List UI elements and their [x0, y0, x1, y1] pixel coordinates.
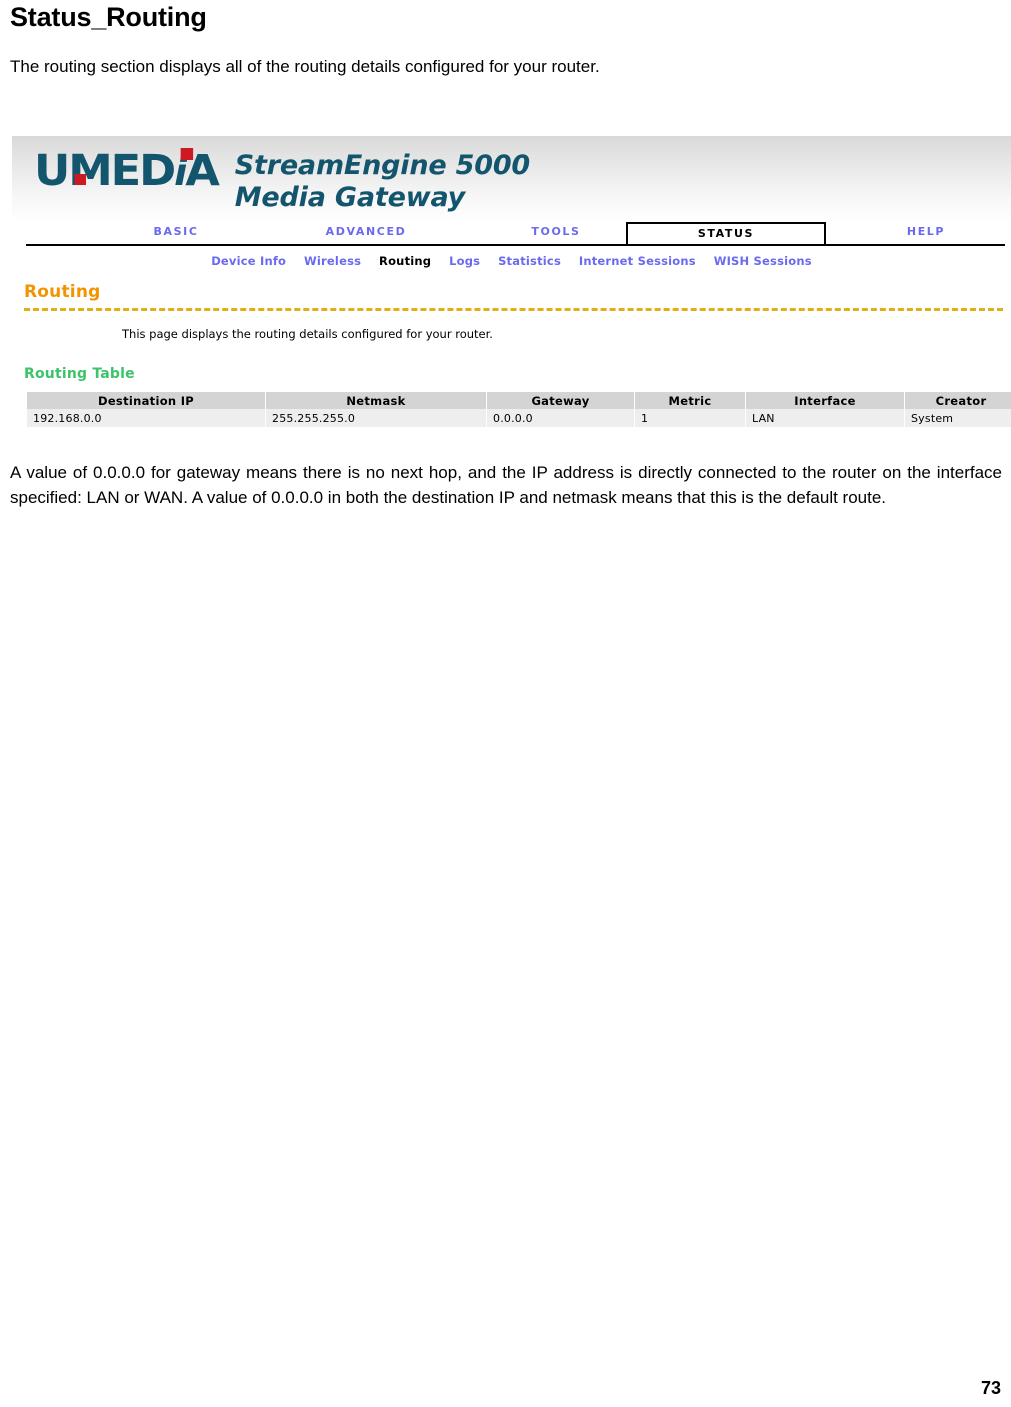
product-name: StreamEngine 5000 Media Gateway: [235, 146, 530, 214]
subnav-item-routing[interactable]: Routing: [379, 254, 431, 268]
subnav-item-statistics[interactable]: Statistics: [498, 254, 561, 268]
tab-status[interactable]: STATUS: [626, 222, 826, 244]
table-row: 192.168.0.0 255.255.255.0 0.0.0.0 1 LAN …: [27, 409, 1011, 427]
subnav-item-wish-sessions[interactable]: WISH Sessions: [714, 254, 812, 268]
intro-paragraph: The routing section displays all of the …: [10, 57, 600, 76]
logo-red-square-dot-icon: [180, 148, 194, 160]
section-heading: Routing: [24, 282, 101, 302]
section-description: This page displays the routing details c…: [122, 327, 493, 341]
cell-metric: 1: [635, 409, 745, 427]
logo-letter-u: U: [34, 146, 70, 196]
page-title: Status_Routing: [10, 2, 207, 32]
subnav-item-internet-sessions[interactable]: Internet Sessions: [579, 254, 696, 268]
tab-tools[interactable]: TOOLS: [466, 222, 646, 242]
column-header-interface: Interface: [746, 392, 904, 409]
brand-header: UMEDiA StreamEngine 5000 Media Gateway: [12, 136, 1011, 222]
column-header-gateway: Gateway: [487, 392, 634, 409]
page-number: 73: [980, 1378, 1001, 1398]
column-header-destination-ip: Destination IP: [27, 392, 265, 409]
umedia-logo-mark: UMEDiA: [34, 146, 220, 198]
column-header-netmask: Netmask: [266, 392, 486, 409]
section-divider: [24, 308, 1003, 311]
product-name-line2: Media Gateway: [234, 182, 466, 213]
cell-netmask: 255.255.255.0: [266, 409, 486, 427]
cell-interface: LAN: [746, 409, 904, 427]
column-header-creator: Creator: [905, 392, 1011, 409]
subnav-item-device-info[interactable]: Device Info: [211, 254, 286, 268]
logo-letters-med: MED: [68, 146, 176, 196]
router-web-ui-screenshot: UMEDiA StreamEngine 5000 Media Gateway B…: [12, 136, 1011, 432]
routing-table-header-row: Destination IP Netmask Gateway Metric In…: [27, 392, 1011, 409]
subnav-item-logs[interactable]: Logs: [449, 254, 480, 268]
umedia-logo: UMEDiA StreamEngine 5000 Media Gateway: [34, 146, 530, 214]
routing-table: Destination IP Netmask Gateway Metric In…: [26, 392, 1011, 427]
sub-navigation: Device Info Wireless Routing Logs Statis…: [12, 254, 1011, 268]
cell-destination-ip: 192.168.0.0: [27, 409, 265, 427]
cell-creator: System: [905, 409, 1011, 427]
tab-advanced[interactable]: ADVANCED: [276, 222, 456, 242]
routing-table-heading: Routing Table: [24, 366, 135, 382]
main-tabbar: BASIC ADVANCED TOOLS STATUS HELP: [26, 222, 1005, 246]
tab-basic[interactable]: BASIC: [86, 222, 266, 242]
note-paragraph: A value of 0.0.0.0 for gateway means the…: [10, 463, 1002, 507]
logo-red-square-separator-icon: [74, 174, 86, 185]
tab-help[interactable]: HELP: [846, 222, 1006, 242]
product-name-line1: StreamEngine 5000: [234, 150, 531, 181]
column-header-metric: Metric: [635, 392, 745, 409]
cell-gateway: 0.0.0.0: [487, 409, 634, 427]
subnav-item-wireless[interactable]: Wireless: [304, 254, 361, 268]
